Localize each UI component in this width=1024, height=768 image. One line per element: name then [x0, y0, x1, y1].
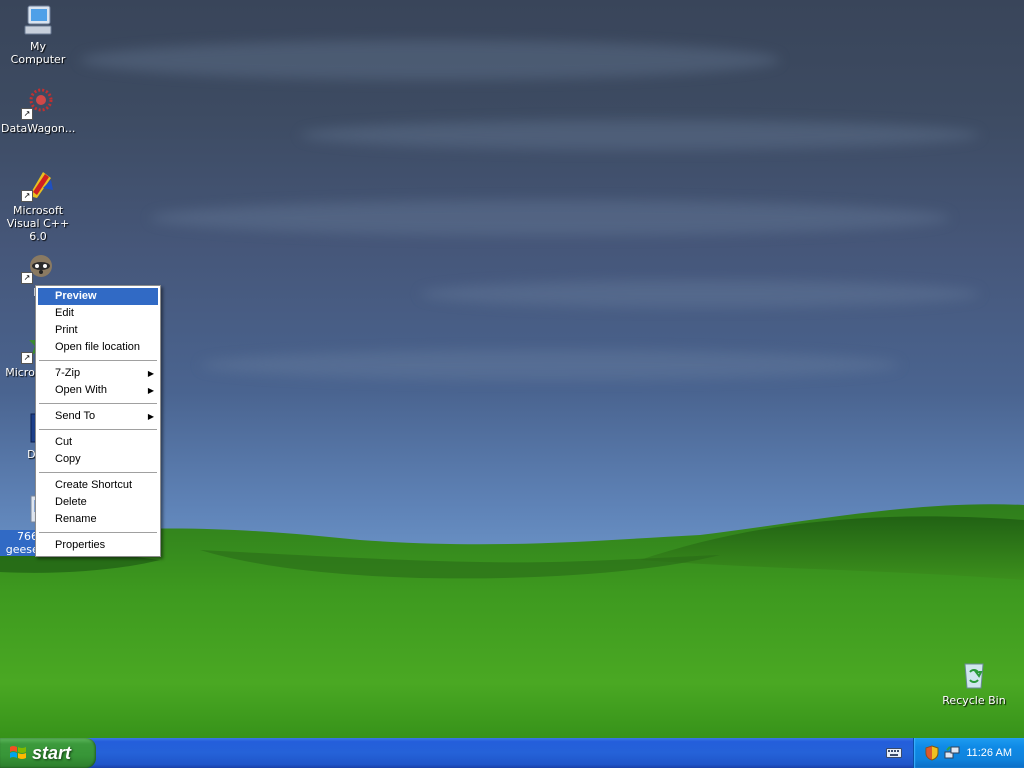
- recycle-bin-icon: [957, 658, 991, 692]
- menu-item-7zip[interactable]: 7-Zip ▶: [38, 365, 158, 382]
- submenu-arrow-icon: ▶: [147, 412, 154, 421]
- menu-item-label: Delete: [55, 496, 87, 508]
- start-label: start: [32, 743, 72, 763]
- security-shield-icon[interactable]: [924, 745, 940, 761]
- keyboard-icon[interactable]: [886, 746, 902, 760]
- network-icon[interactable]: [944, 745, 960, 761]
- menu-item-delete[interactable]: Delete: [38, 494, 158, 511]
- desktop-icon-visual-cpp[interactable]: ↗ Microsoft Visual C++ 6.0: [0, 168, 76, 243]
- menu-item-properties[interactable]: Properties: [38, 537, 158, 554]
- shortcut-arrow-icon: ↗: [21, 190, 33, 202]
- desktop-icon-datawagon[interactable]: ↗ DataWagon...: [0, 86, 76, 135]
- menu-item-label: Print: [55, 324, 78, 336]
- icon-label: DataWagon...: [1, 122, 76, 135]
- clock[interactable]: 11:26 AM: [966, 738, 1012, 768]
- menu-separator: [39, 403, 157, 404]
- menu-item-label: Send To: [55, 410, 96, 422]
- shortcut-arrow-icon: ↗: [21, 272, 33, 284]
- desktop[interactable]: My Computer ↗ DataWagon... ↗ Microsoft V…: [0, 0, 1024, 738]
- desktop-icon-my-computer[interactable]: My Computer: [0, 4, 76, 66]
- menu-item-label: 7-Zip: [55, 367, 81, 379]
- menu-item-rename[interactable]: Rename: [38, 511, 158, 528]
- menu-item-label: Open file location: [55, 341, 140, 353]
- menu-item-label: Edit: [55, 307, 74, 319]
- menu-separator: [39, 429, 157, 430]
- menu-item-open-with[interactable]: Open With ▶: [38, 382, 158, 399]
- raccoon-icon: ↗: [21, 250, 55, 284]
- menu-item-print[interactable]: Print: [38, 322, 158, 339]
- menu-item-label: Cut: [55, 436, 73, 448]
- taskbar: start 11:26 AM: [0, 738, 1024, 768]
- visual-cpp-icon: ↗: [21, 168, 55, 202]
- menu-separator: [39, 360, 157, 361]
- menu-item-label: Create Shortcut: [55, 479, 133, 491]
- menu-item-create-shortcut[interactable]: Create Shortcut: [38, 477, 158, 494]
- icon-label: My Computer: [10, 40, 66, 66]
- my-computer-icon: [21, 4, 55, 38]
- system-tray: 11:26 AM: [913, 738, 1024, 768]
- desktop-icon-recycle-bin[interactable]: Recycle Bin: [936, 658, 1012, 707]
- menu-item-send-to[interactable]: Send To ▶: [38, 408, 158, 425]
- menu-item-label: Open With: [55, 384, 107, 396]
- menu-separator: [39, 532, 157, 533]
- windows-flag-icon: [10, 746, 26, 759]
- start-button[interactable]: start: [0, 738, 96, 768]
- submenu-arrow-icon: ▶: [147, 369, 154, 378]
- icon-label: Microsoft Visual C++ 6.0: [6, 204, 70, 243]
- menu-item-cut[interactable]: Cut: [38, 434, 158, 451]
- icon-label: Recycle Bin: [942, 694, 1006, 707]
- menu-item-label: Rename: [55, 513, 97, 525]
- menu-item-copy[interactable]: Copy: [38, 451, 158, 468]
- datawagon-icon: ↗: [21, 86, 55, 120]
- shortcut-arrow-icon: ↗: [21, 352, 33, 364]
- shortcut-arrow-icon: ↗: [21, 108, 33, 120]
- menu-item-edit[interactable]: Edit: [38, 305, 158, 322]
- menu-item-label: Preview: [55, 290, 97, 302]
- menu-item-label: Properties: [55, 539, 106, 551]
- context-menu: Preview Edit Print Open file location 7-…: [35, 285, 161, 557]
- menu-item-open-file-location[interactable]: Open file location: [38, 339, 158, 356]
- menu-item-preview[interactable]: Preview: [38, 288, 158, 305]
- menu-separator: [39, 472, 157, 473]
- submenu-arrow-icon: ▶: [147, 386, 154, 395]
- menu-item-label: Copy: [55, 453, 81, 465]
